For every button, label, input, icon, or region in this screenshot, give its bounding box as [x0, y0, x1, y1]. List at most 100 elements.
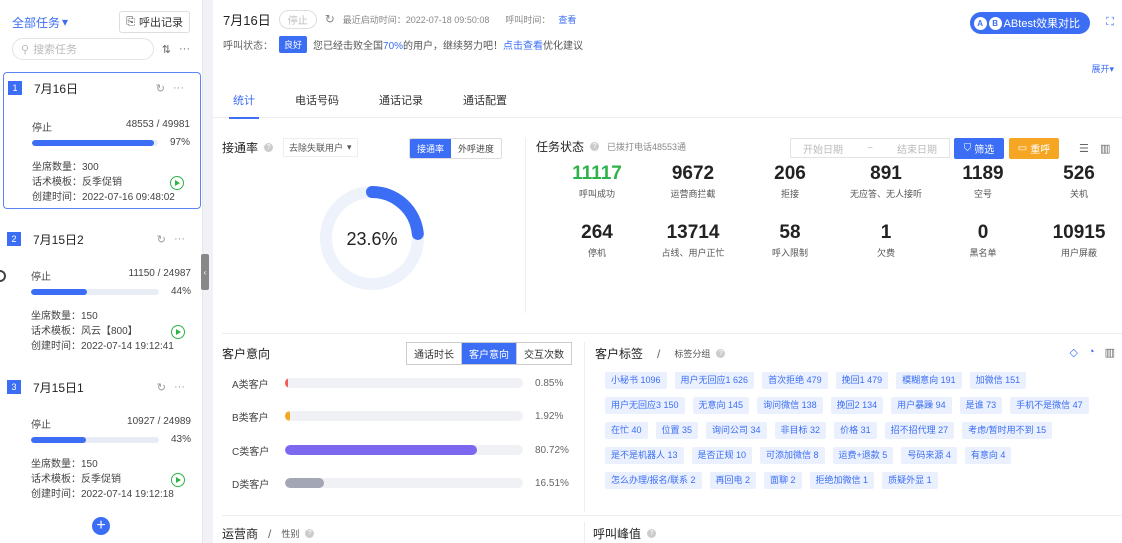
pie-chart-icon[interactable]: ◔: [1088, 346, 1095, 359]
stat-item: 10915 用户屏蔽: [1052, 222, 1106, 258]
play-icon[interactable]: [171, 473, 185, 487]
created-time: 创建时间：2022-07-16 09:48:02: [32, 192, 175, 203]
fullscreen-icon[interactable]: ⛶: [1106, 16, 1114, 29]
more-icon[interactable]: ···: [174, 381, 185, 394]
task-card[interactable]: 2 7月15日2 ↻ ··· 停止 11150 / 24987 44% 坐席数量：…: [3, 224, 201, 354]
tag-chip[interactable]: 可添加微信 8: [760, 447, 825, 464]
tag-chip[interactable]: 是不是机器人 13: [605, 447, 684, 464]
tag-chip[interactable]: 是否正规 10: [691, 447, 753, 464]
refresh-icon[interactable]: ↻: [157, 233, 166, 246]
tag-chip[interactable]: 有意向 4: [964, 447, 1012, 464]
gender-tab[interactable]: 性别: [281, 527, 299, 540]
abtest-compare-button[interactable]: AB ABtest效果对比: [969, 12, 1090, 34]
filter-button[interactable]: ⛉ 筛选: [954, 138, 1004, 159]
tag-chip[interactable]: 号码来源 4: [901, 447, 957, 464]
tag-chip[interactable]: 再回电 2: [709, 472, 757, 489]
tag-chip[interactable]: 手机不是微信 47: [1010, 397, 1089, 414]
tab-call-config[interactable]: 通话配置: [463, 82, 507, 118]
tag-chip[interactable]: 面聊 2: [764, 472, 802, 489]
list-sort-icon[interactable]: ☰: [1079, 142, 1089, 155]
tag-chip[interactable]: 用户无回应3 150: [605, 397, 685, 414]
help-icon[interactable]: ?: [647, 529, 657, 538]
bar-chart-icon[interactable]: ▥: [1100, 142, 1110, 155]
view-suggestion-link[interactable]: 点击查看: [503, 41, 543, 52]
tag-chip[interactable]: 招不招代理 27: [884, 422, 955, 439]
task-card[interactable]: 1 7月16日 ↻ ··· 停止 48553 / 49981 97% 坐席数量：3…: [3, 72, 201, 209]
tag-chip[interactable]: 模糊意向 191: [896, 372, 962, 389]
seg-customer-intent[interactable]: 客户意向: [462, 343, 517, 364]
tag-chip[interactable]: 在忙 40: [605, 422, 648, 439]
tag-chip[interactable]: 考虑/暂时用不到 15: [962, 422, 1053, 439]
tag-icon[interactable]: ◇: [1069, 346, 1077, 359]
more-icon[interactable]: ···: [173, 82, 184, 95]
carrier-tab[interactable]: 运营商: [222, 525, 258, 542]
bar-chart-icon[interactable]: ▥: [1105, 346, 1115, 359]
end-date-input[interactable]: 结束日期: [897, 141, 937, 156]
add-task-button[interactable]: +: [92, 517, 110, 535]
help-icon[interactable]: ?: [590, 142, 600, 151]
tag-chip[interactable]: 位置 35: [655, 422, 699, 439]
status-badge: 良好: [279, 36, 308, 53]
call-peak-header: 呼叫峰值 ?: [593, 525, 657, 542]
tag-chip[interactable]: 小秘书 1096: [605, 372, 667, 389]
tag-chip[interactable]: 拒绝加微信 1: [809, 472, 875, 489]
refresh-icon[interactable]: ↻: [325, 12, 335, 26]
tag-chip[interactable]: 用户无回应1 626: [674, 372, 755, 389]
stat-item: 58 呼入限制: [771, 222, 808, 258]
collapse-sidebar-handle[interactable]: ‹: [201, 254, 209, 290]
tag-group-link[interactable]: 标签分组: [674, 347, 710, 360]
tag-chip[interactable]: 询问公司 34: [706, 422, 767, 439]
task-number: 3: [7, 380, 21, 394]
seg-interaction-count[interactable]: 交互次数: [517, 343, 571, 364]
progress-fill: [31, 436, 87, 443]
task-date-title: 7月16日: [223, 12, 271, 28]
more-icon[interactable]: ···: [179, 43, 190, 55]
tag-chip[interactable]: 是谁 73: [959, 397, 1003, 414]
play-icon[interactable]: [170, 176, 184, 190]
all-tasks-dropdown[interactable]: 全部任务 ▾: [12, 14, 68, 31]
filter-select[interactable]: 去除失联用户 ▾: [283, 138, 358, 157]
expand-toggle[interactable]: 展开▾: [1091, 62, 1114, 75]
refresh-icon[interactable]: ↻: [157, 381, 166, 394]
help-icon[interactable]: ?: [305, 529, 315, 538]
seat-count: 坐席数量：300: [32, 162, 99, 173]
refresh-icon[interactable]: ↻: [156, 82, 165, 95]
tab-call-records[interactable]: 通话记录: [379, 82, 423, 118]
tag-chip[interactable]: 挽回1 479: [835, 372, 889, 389]
recall-button[interactable]: ▭ 重呼: [1009, 138, 1059, 159]
tag-chip[interactable]: 加微信 151: [969, 372, 1027, 389]
seg-call-duration[interactable]: 通话时长: [407, 343, 462, 364]
tag-chip[interactable]: 运费+退款 5: [832, 447, 894, 464]
tag-chip[interactable]: 价格 31: [834, 422, 877, 439]
task-progress-text: 11150 / 24987: [128, 268, 191, 279]
stat-item: 11117 呼叫成功: [572, 163, 622, 199]
more-icon[interactable]: ···: [174, 233, 185, 246]
tag-chip[interactable]: 挽回2 134: [830, 397, 884, 414]
sort-icon[interactable]: ⇅: [162, 43, 171, 56]
intent-bar: [285, 445, 523, 455]
seg-connect-rate[interactable]: 接通率: [409, 139, 451, 158]
stat-item: 13714 占线、用户正忙: [661, 222, 725, 258]
tab-phone-numbers[interactable]: 电话号码: [295, 82, 339, 118]
stop-button[interactable]: 停止: [278, 9, 317, 29]
help-icon[interactable]: ?: [716, 349, 726, 358]
call-log-button[interactable]: ⎘ 呼出记录: [119, 11, 190, 33]
view-link[interactable]: 查看: [558, 13, 576, 26]
start-date-input[interactable]: 开始日期: [803, 141, 843, 156]
search-input[interactable]: ⚲ 搜索任务: [12, 38, 154, 60]
tag-chip[interactable]: 非目标 32: [774, 422, 827, 439]
divider: [222, 515, 1122, 516]
seg-outbound-progress[interactable]: 外呼进度: [451, 139, 501, 158]
tag-chip[interactable]: 询问微信 138: [757, 397, 823, 414]
divider: [584, 522, 585, 543]
tag-chip[interactable]: 用户暴躁 94: [891, 397, 952, 414]
tab-statistics[interactable]: 统计: [229, 82, 259, 119]
play-icon[interactable]: [171, 325, 185, 339]
help-icon[interactable]: ?: [264, 143, 274, 152]
tag-chip[interactable]: 质疑外显 1: [882, 472, 938, 489]
tag-chip[interactable]: 首次拒绝 479: [762, 372, 828, 389]
tag-chip[interactable]: 无意向 145: [692, 397, 750, 414]
tag-chip[interactable]: 怎么办理/报名/联系 2: [605, 472, 702, 489]
task-card[interactable]: 3 7月15日1 ↻ ··· 停止 10927 / 24989 43% 坐席数量：…: [3, 372, 201, 502]
date-range-picker[interactable]: 开始日期 ~ 结束日期: [790, 138, 950, 158]
